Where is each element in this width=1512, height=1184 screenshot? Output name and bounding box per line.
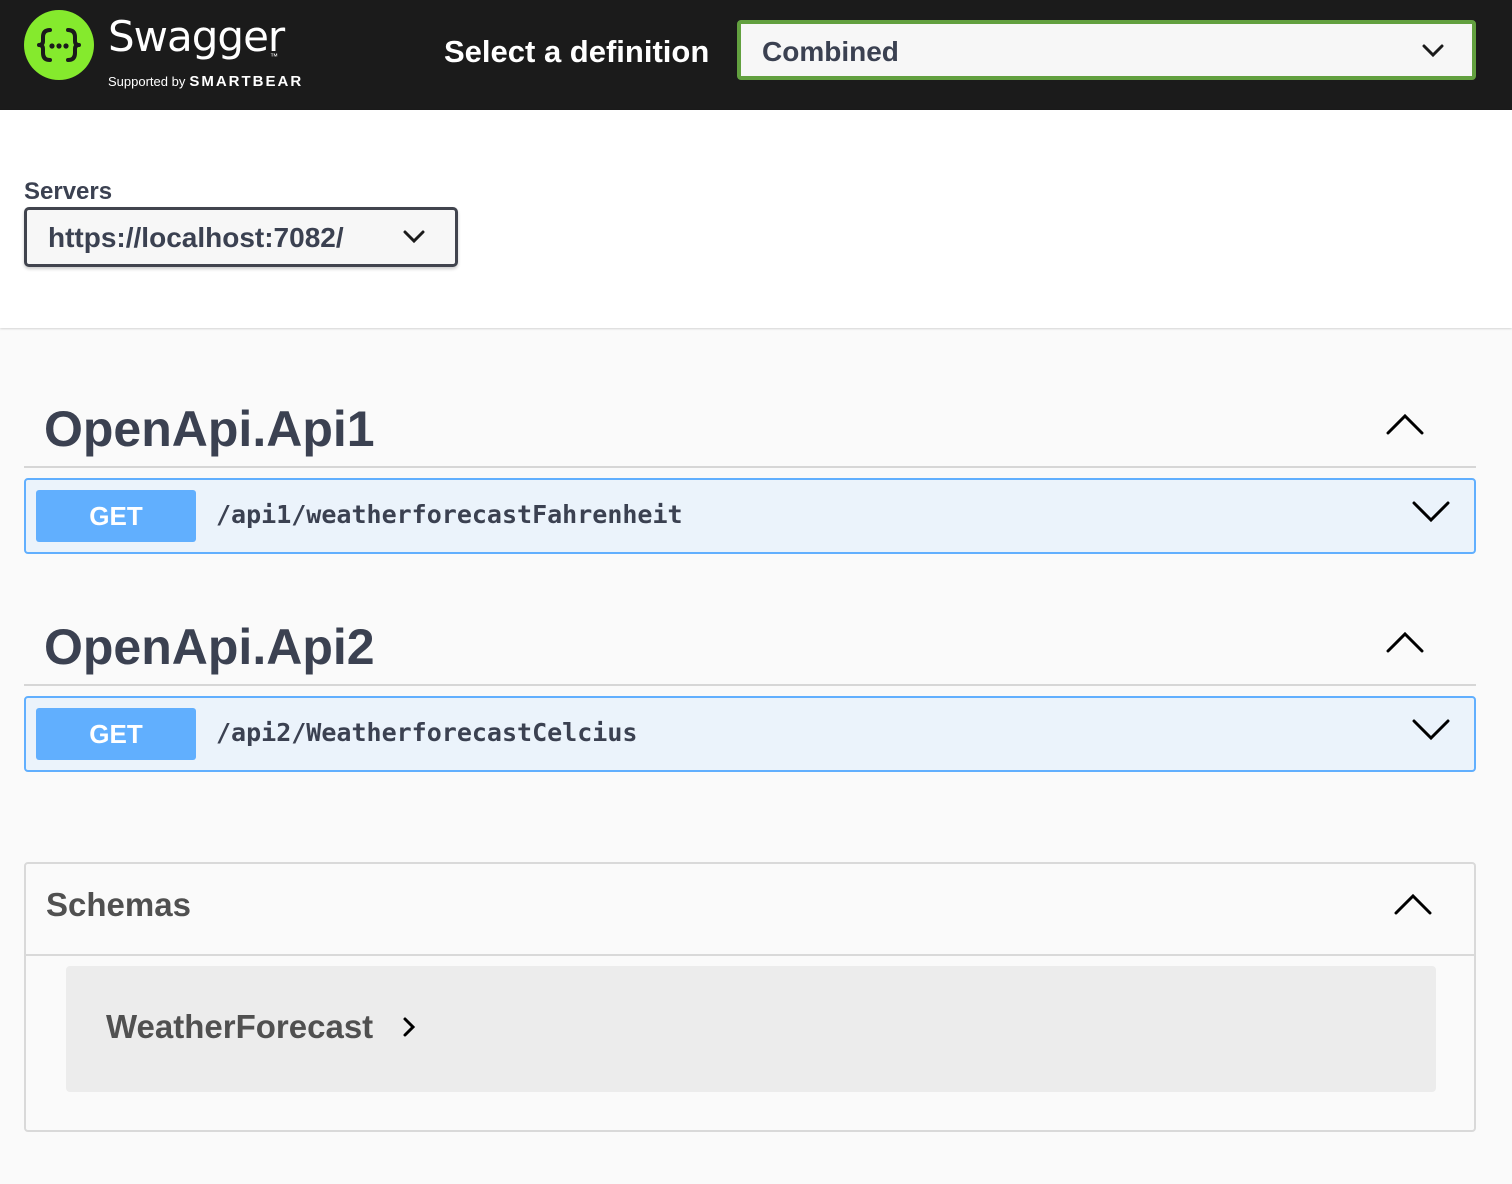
tag-header-api1[interactable]: OpenApi.Api1	[24, 380, 1476, 468]
definition-select-label: Select a definition	[444, 34, 710, 69]
schemas-header[interactable]: Schemas	[26, 864, 1474, 956]
servers-label: Servers	[24, 178, 113, 205]
tag-header-api2[interactable]: OpenApi.Api2	[24, 598, 1476, 686]
model-name: WeatherForecast	[106, 1008, 374, 1045]
supported-by-text: Supported by	[108, 74, 186, 89]
tag-title: OpenApi.Api1	[44, 401, 375, 457]
operation-path: /api2/WeatherforecastCelcius	[216, 718, 638, 747]
http-method-badge: GET	[36, 490, 196, 542]
chevron-up-icon[interactable]	[1386, 412, 1424, 436]
chevron-right-icon[interactable]	[402, 1016, 418, 1038]
chevron-down-icon[interactable]	[1412, 718, 1450, 742]
brand-name[interactable]: Swagger	[108, 16, 285, 58]
chevron-up-icon[interactable]	[1394, 892, 1432, 916]
definition-select-value: Combined	[762, 36, 899, 67]
http-method-badge: GET	[36, 708, 196, 760]
schemas-section: Schemas WeatherForecast	[24, 862, 1476, 1132]
trademark-symbol: ™	[270, 52, 278, 61]
topbar: Swagger ™ Supported by SMARTBEAR Select a…	[0, 0, 1512, 110]
chevron-down-icon	[1422, 44, 1444, 58]
brand-subtitle: Supported by SMARTBEAR	[108, 73, 303, 90]
swagger-logo-icon[interactable]	[24, 10, 94, 80]
servers-select[interactable]: https://localhost:7082/	[24, 207, 458, 267]
tag-title: OpenApi.Api2	[44, 619, 375, 675]
model-item[interactable]: WeatherForecast	[66, 966, 1436, 1092]
chevron-down-icon[interactable]	[1412, 500, 1450, 524]
operation-get-api2[interactable]: GET /api2/WeatherforecastCelcius	[24, 696, 1476, 772]
operation-get-api1[interactable]: GET /api1/weatherforecastFahrenheit	[24, 478, 1476, 554]
chevron-up-icon[interactable]	[1386, 630, 1424, 654]
servers-select-value: https://localhost:7082/	[48, 222, 344, 253]
chevron-down-icon	[403, 230, 425, 244]
scheme-container: Servers https://localhost:7082/	[0, 110, 1512, 328]
smartbear-text: SMARTBEAR	[189, 73, 304, 90]
definition-select[interactable]: Combined	[737, 20, 1476, 80]
operation-path: /api1/weatherforecastFahrenheit	[216, 500, 683, 529]
schemas-title: Schemas	[46, 886, 191, 923]
